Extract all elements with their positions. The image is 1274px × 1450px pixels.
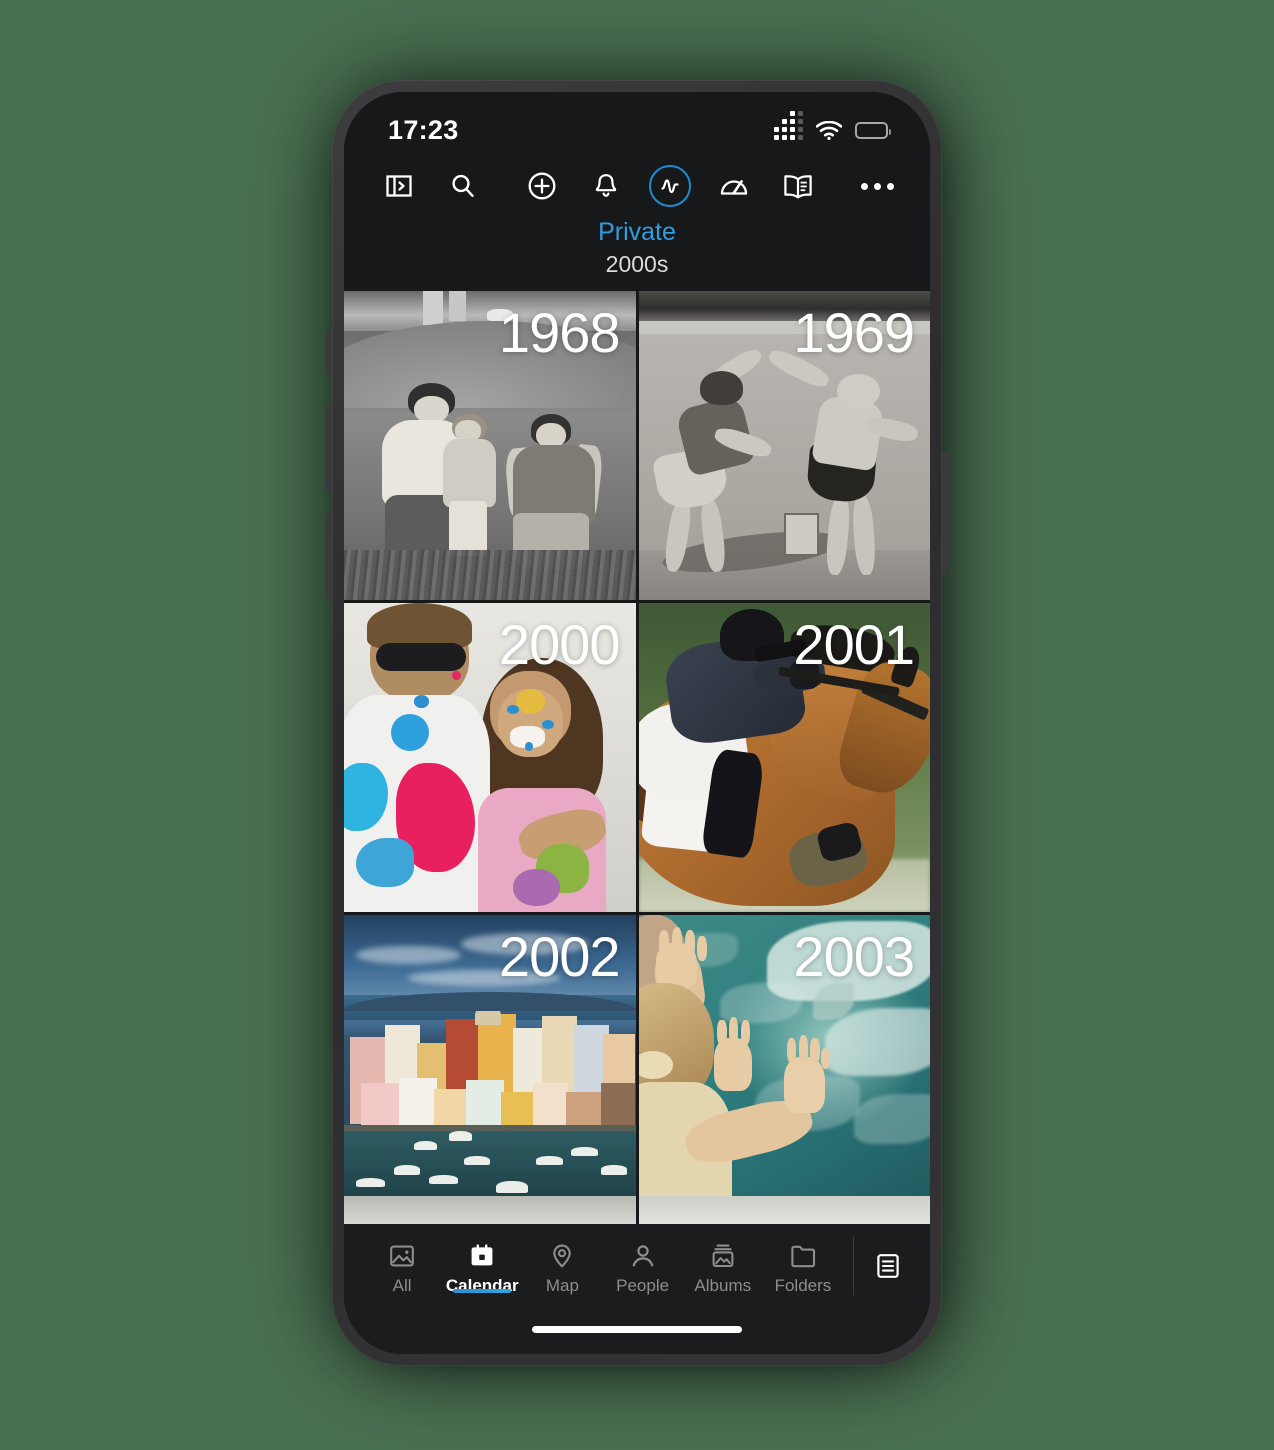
- power-button[interactable]: [941, 452, 949, 574]
- tab-calendar[interactable]: Calendar: [442, 1228, 522, 1304]
- grid-cell-1968[interactable]: 1968: [344, 290, 636, 600]
- year-label: 2000: [498, 612, 621, 676]
- year-label: 1969: [793, 300, 915, 364]
- list-view-icon[interactable]: [860, 1251, 916, 1281]
- search-icon[interactable]: [440, 163, 486, 209]
- activity-pulse-icon[interactable]: [647, 163, 693, 209]
- albums-icon: [709, 1243, 737, 1274]
- year-label: 2003: [793, 924, 915, 988]
- page-subtitle: 2000s: [605, 250, 669, 277]
- sidebar-toggle-icon[interactable]: [376, 163, 422, 209]
- calendar-icon: [468, 1243, 496, 1274]
- grid-cell-1969[interactable]: 1969: [638, 290, 930, 600]
- grid-cell-2001[interactable]: 2001: [638, 602, 930, 912]
- plus-circle-icon[interactable]: [519, 163, 565, 209]
- app-toolbar: [344, 154, 930, 218]
- bottom-tab-bar: All Calendar Map People Albums Folders: [344, 1224, 930, 1304]
- header-title-block: Private 2000s: [344, 218, 930, 291]
- tab-active-underline: [453, 1289, 512, 1293]
- tab-all[interactable]: All: [362, 1228, 442, 1304]
- tab-label: Folders: [774, 1275, 832, 1295]
- page-title[interactable]: Private: [344, 218, 930, 247]
- grid-cell-2000[interactable]: 2000: [344, 602, 636, 912]
- year-label: 2001: [793, 612, 915, 676]
- speedometer-icon[interactable]: [711, 163, 757, 209]
- status-indicators: [774, 111, 891, 140]
- folder-icon: [789, 1243, 817, 1274]
- grid-cell-2002[interactable]: 2002: [344, 914, 636, 1224]
- phone-frame: 17:23 Private 2000s 1968 1969 2000 2001 …: [332, 80, 942, 1366]
- tab-label: People: [616, 1275, 670, 1295]
- photo-year-grid: 1968 1969 2000 2001 2002 2003: [344, 290, 930, 1224]
- year-label: 1968: [498, 300, 621, 364]
- wifi-icon: [815, 120, 843, 140]
- home-indicator-area: [344, 1304, 930, 1354]
- home-indicator[interactable]: [532, 1325, 742, 1333]
- status-bar: 17:23: [344, 92, 930, 154]
- year-label: 2002: [498, 924, 621, 988]
- open-book-icon[interactable]: [775, 163, 821, 209]
- tab-label: Map: [545, 1275, 579, 1295]
- tab-map[interactable]: Map: [522, 1228, 602, 1304]
- tab-folders[interactable]: Folders: [763, 1228, 843, 1304]
- person-icon: [630, 1243, 656, 1274]
- tab-people[interactable]: People: [603, 1228, 683, 1304]
- ellipsis-icon[interactable]: [854, 163, 900, 209]
- status-time: 17:23: [388, 114, 459, 145]
- grid-cell-2003[interactable]: 2003: [638, 914, 930, 1224]
- tab-label: Albums: [694, 1275, 752, 1295]
- pin-icon: [549, 1243, 575, 1274]
- tabbar-divider: [853, 1237, 855, 1295]
- battery-icon: [855, 121, 891, 139]
- cellular-signal-icon: [774, 111, 803, 140]
- page-root: 17:23 Private 2000s 1968 1969 2000 2001 …: [0, 0, 1274, 1450]
- app-screen: 17:23 Private 2000s 1968 1969 2000 2001 …: [344, 92, 930, 1354]
- tab-label: All: [392, 1275, 412, 1295]
- bell-icon[interactable]: [583, 163, 629, 209]
- tab-albums[interactable]: Albums: [683, 1228, 763, 1304]
- phone-screen-bezel: 17:23 Private 2000s 1968 1969 2000 2001 …: [344, 92, 930, 1354]
- photo-icon: [388, 1243, 416, 1274]
